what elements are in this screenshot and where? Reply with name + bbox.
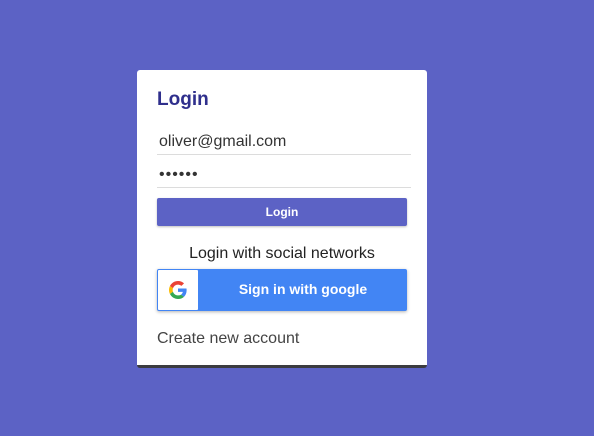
email-field[interactable] [157, 129, 411, 155]
google-sign-in-button[interactable]: Sign in with google [157, 269, 407, 311]
google-button-label: Sign in with google [238, 281, 368, 297]
create-account-link[interactable]: Create new account [157, 330, 299, 348]
login-button[interactable]: Login [157, 198, 407, 226]
login-title: Login [157, 89, 209, 110]
password-field[interactable] [157, 162, 411, 188]
page-background: { "login_card": { "title": "Login", "ema… [0, 0, 594, 436]
login-card: Login Login Login with social networks S… [137, 70, 427, 368]
google-icon-box [158, 270, 198, 310]
social-networks-label: Login with social networks [189, 245, 375, 262]
google-g-icon [169, 281, 187, 299]
